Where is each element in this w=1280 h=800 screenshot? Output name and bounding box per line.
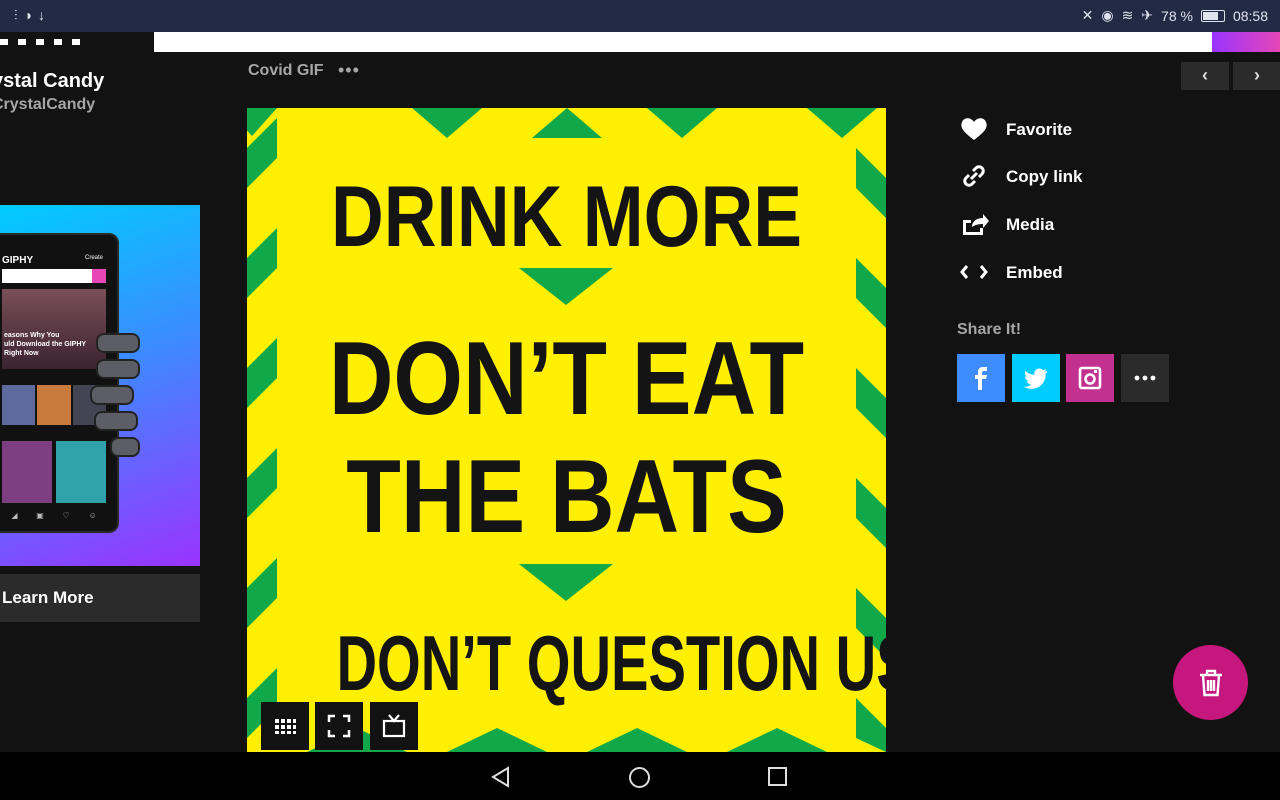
- share-twitter-button[interactable]: [1012, 354, 1060, 402]
- copy-link-button[interactable]: Copy link: [958, 161, 1158, 191]
- learn-more-label: Learn More: [2, 588, 94, 607]
- learn-more-button[interactable]: Learn More: [0, 574, 200, 622]
- phone-feature-image: easons Why You uld Download the GIPHY Ri…: [2, 289, 106, 369]
- phone-title: GIPHY: [2, 255, 34, 266]
- delete-fab-button[interactable]: [1173, 645, 1248, 720]
- grid-view-button[interactable]: [261, 702, 309, 750]
- share-out-icon: [963, 214, 989, 235]
- mute-icon: ✕: [1081, 7, 1094, 23]
- previous-gif-button[interactable]: ‹: [1181, 62, 1229, 90]
- gif-text-line: DON’T QUESTION US: [336, 619, 886, 707]
- search-input[interactable]: [154, 32, 1212, 52]
- next-gif-button[interactable]: ›: [1233, 62, 1280, 90]
- android-nav-bar: [0, 752, 1280, 800]
- search-button[interactable]: [1212, 32, 1280, 52]
- more-icon: [1134, 375, 1156, 381]
- share-more-button[interactable]: [1121, 354, 1169, 402]
- status-right-icons: ✕ ◉ ≋ ✈ 78 % 08:58: [1082, 7, 1268, 24]
- battery-percent: 78 %: [1161, 7, 1193, 24]
- wifi-icon: ≋: [1121, 7, 1134, 23]
- favorite-label: Favorite: [1006, 120, 1073, 139]
- channel-handle[interactable]: CrystalCandy: [0, 96, 95, 114]
- media-button[interactable]: Media: [958, 209, 1158, 239]
- phone-search: [2, 269, 106, 283]
- phone-stories: [2, 441, 106, 503]
- heart-icon: [961, 118, 987, 140]
- robot-hand-illustration: [90, 333, 140, 463]
- embed-button[interactable]: Embed: [958, 257, 1158, 287]
- instagram-icon: [1078, 366, 1102, 390]
- grid-icon: [275, 719, 296, 734]
- twitter-icon: [1024, 368, 1048, 389]
- sim-icon: ⫶: [14, 7, 24, 23]
- back-icon[interactable]: [490, 766, 512, 788]
- gif-options-button[interactable]: •••: [338, 60, 360, 81]
- battery-icon: [1200, 9, 1225, 22]
- recents-icon[interactable]: [767, 766, 788, 787]
- share-facebook-button[interactable]: [957, 354, 1005, 402]
- app-promo-banner[interactable]: GIPHY Create easons Why You uld Download…: [0, 205, 200, 566]
- favorite-button[interactable]: Favorite: [958, 114, 1158, 144]
- home-icon[interactable]: [628, 766, 651, 789]
- gif-text-line: DRINK MORE: [330, 169, 803, 265]
- gif-title: Covid GIF: [248, 62, 324, 79]
- phone-headline: easons Why You uld Download the GIPHY Ri…: [4, 332, 87, 357]
- download-icon: ↓: [37, 7, 51, 23]
- gif-text-line: DON’T EAT: [328, 321, 805, 437]
- media-label: Media: [1006, 215, 1055, 234]
- eye-icon: ◉: [1101, 7, 1114, 23]
- phone-nav: ◢ ▣ ♡ ☺: [11, 511, 97, 520]
- copy-link-label: Copy link: [1006, 167, 1083, 186]
- share-heading: Share It!: [957, 321, 1022, 338]
- airplane-icon: ✈: [1141, 7, 1154, 23]
- share-instagram-button[interactable]: [1066, 354, 1114, 402]
- logo-fragment: [0, 32, 110, 45]
- channel-name[interactable]: ystal Candy: [0, 70, 104, 93]
- clock: 08:58: [1232, 7, 1268, 24]
- link-icon: [963, 165, 985, 187]
- status-left-icons: ⫶◑↓: [14, 7, 51, 24]
- moon-icon: ◑: [23, 7, 38, 23]
- tv-mode-button[interactable]: [370, 702, 418, 750]
- status-bar: ⫶◑↓ ✕ ◉ ≋ ✈ 78 % 08:58: [0, 0, 1280, 32]
- fullscreen-icon: [327, 714, 351, 738]
- gif-image[interactable]: DRINK MORE DON’T EAT THE BATS DON’T QUES…: [247, 108, 886, 752]
- phone-create: Create: [84, 255, 103, 261]
- embed-label: Embed: [1006, 263, 1063, 282]
- fullscreen-button[interactable]: [315, 702, 363, 750]
- code-icon: [960, 265, 988, 279]
- trash-icon: [1200, 669, 1222, 697]
- tv-icon: [382, 714, 406, 738]
- facebook-icon: [975, 367, 987, 390]
- gif-text-line: THE BATS: [346, 439, 787, 555]
